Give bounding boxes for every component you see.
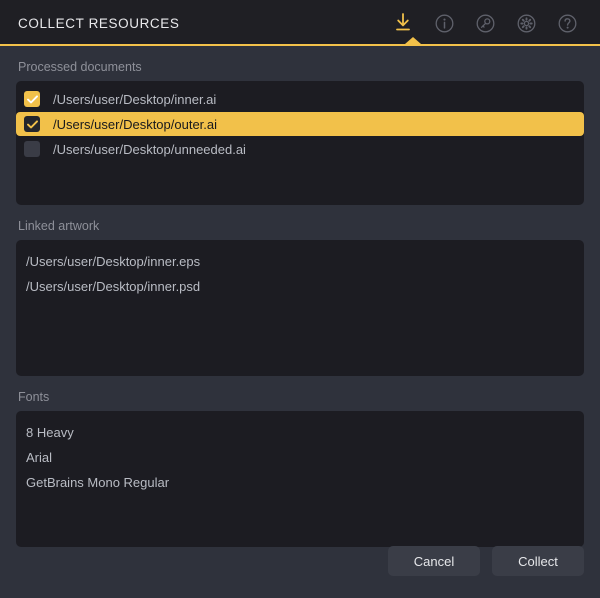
list-item[interactable]: /Users/user/Desktop/unneeded.ai <box>16 137 584 161</box>
collect-button[interactable]: Collect <box>492 546 584 576</box>
window-header: COLLECT RESOURCES <box>0 0 600 46</box>
checkbox-checked-icon[interactable] <box>24 91 40 107</box>
download-icon[interactable] <box>392 12 414 34</box>
header-toolbar <box>392 12 578 34</box>
linked-artwork-section: Linked artwork /Users/user/Desktop/inner… <box>16 219 584 376</box>
dialog-footer: Cancel Collect <box>0 536 600 598</box>
list-item[interactable]: /Users/user/Desktop/inner.eps <box>16 249 584 274</box>
page-title: COLLECT RESOURCES <box>18 15 180 31</box>
list-item-label: /Users/user/Desktop/inner.ai <box>53 91 217 107</box>
list-item[interactable]: /Users/user/Desktop/inner.ai <box>16 87 584 111</box>
header-accent-rule <box>0 44 600 46</box>
help-icon[interactable] <box>556 12 578 34</box>
processed-documents-list[interactable]: /Users/user/Desktop/inner.ai /Users/user… <box>16 81 584 205</box>
fonts-section: Fonts 8 Heavy Arial GetBrains Mono Regul… <box>16 390 584 547</box>
fonts-label: Fonts <box>18 390 50 404</box>
list-item[interactable]: GetBrains Mono Regular <box>16 470 584 495</box>
list-item-label: /Users/user/Desktop/unneeded.ai <box>53 141 246 157</box>
processed-documents-section: Processed documents /Users/user/Desktop/… <box>16 60 584 205</box>
list-item[interactable]: /Users/user/Desktop/inner.psd <box>16 274 584 299</box>
linked-artwork-list[interactable]: /Users/user/Desktop/inner.eps /Users/use… <box>16 240 584 376</box>
active-tab-pointer <box>405 37 421 44</box>
linked-artwork-label: Linked artwork <box>18 219 100 233</box>
checkbox-checked-icon[interactable] <box>24 116 40 132</box>
gear-icon[interactable] <box>515 12 537 34</box>
fonts-list[interactable]: 8 Heavy Arial GetBrains Mono Regular <box>16 411 584 547</box>
dialog-body: Processed documents /Users/user/Desktop/… <box>0 46 600 547</box>
processed-documents-label: Processed documents <box>18 60 142 74</box>
list-item[interactable]: Arial <box>16 445 584 470</box>
list-item[interactable]: 8 Heavy <box>16 420 584 445</box>
key-icon[interactable] <box>474 12 496 34</box>
list-item[interactable]: /Users/user/Desktop/outer.ai <box>16 112 584 136</box>
info-icon[interactable] <box>433 12 455 34</box>
checkbox-unchecked-icon[interactable] <box>24 141 40 157</box>
list-item-label: /Users/user/Desktop/outer.ai <box>53 116 218 132</box>
cancel-button[interactable]: Cancel <box>388 546 480 576</box>
